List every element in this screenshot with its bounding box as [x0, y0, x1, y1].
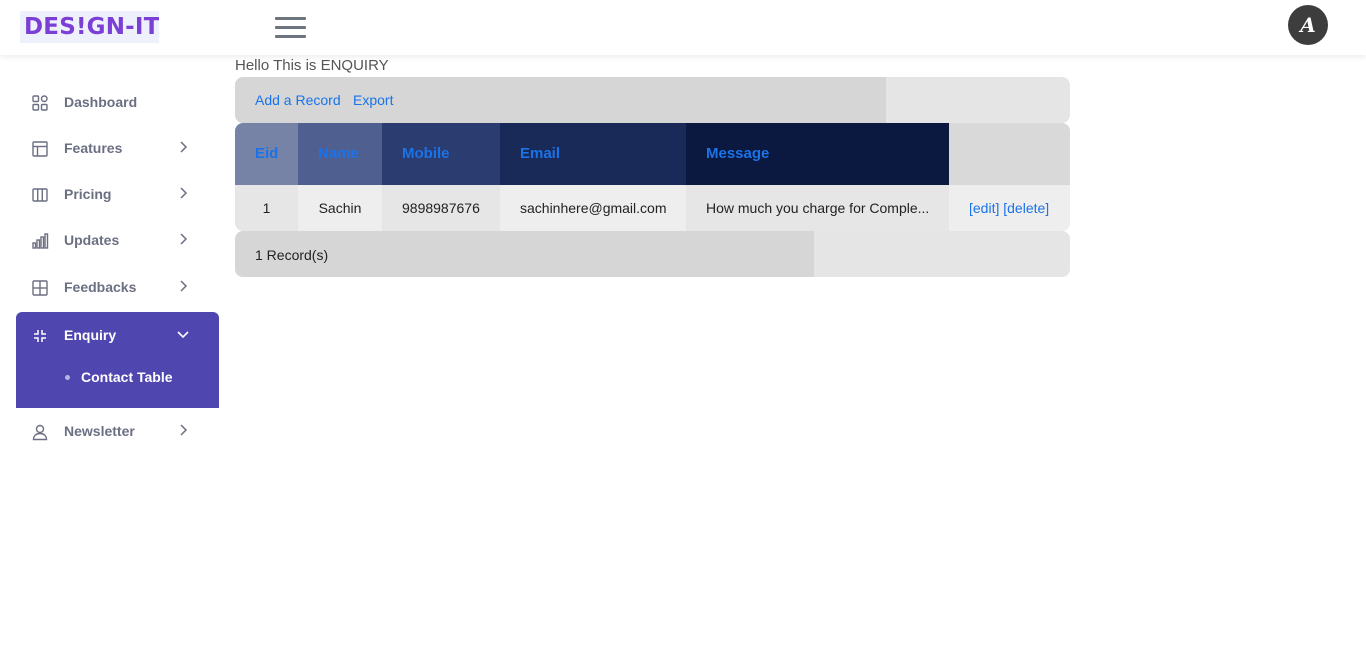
- bullet-dot: [65, 375, 70, 380]
- sidebar-item-label: Features: [64, 140, 123, 156]
- user-avatar[interactable]: A: [1288, 5, 1328, 45]
- sidebar-item-label: Updates: [64, 232, 120, 248]
- page-greeting: Hello This is ENQUIRY: [235, 57, 389, 74]
- grid-toolbar: Add a Record Export: [235, 77, 1070, 123]
- menu-toggle-icon[interactable]: [275, 16, 306, 40]
- column-header-name[interactable]: Name: [298, 123, 382, 185]
- delete-link[interactable]: [delete]: [1003, 200, 1049, 216]
- user-icon: [32, 424, 48, 441]
- sidebar-subitem-label: Contact Table: [81, 369, 173, 385]
- bar-chart-icon: [32, 233, 49, 249]
- table-cell-name: Sachin: [298, 185, 382, 231]
- table-cell-mobile: 9898987676: [382, 185, 500, 231]
- minimize-arrows-icon: [34, 330, 46, 342]
- edit-link[interactable]: [edit]: [969, 200, 999, 216]
- sidebar-item-label: Pricing: [64, 186, 112, 202]
- chevron-right-icon: [180, 280, 188, 292]
- column-header-actions: [949, 123, 1070, 185]
- record-count: 1 Record(s): [255, 247, 329, 263]
- sidebar-item-updates[interactable]: Updates: [16, 217, 219, 263]
- sidebar-item-features[interactable]: Features: [16, 125, 219, 171]
- table-cell-eid: 1: [235, 185, 298, 231]
- sidebar-item-label: Newsletter: [64, 423, 135, 439]
- sidebar-item-label: Dashboard: [64, 94, 138, 110]
- sidebar-item-feedbacks[interactable]: Feedbacks: [16, 264, 219, 310]
- table-cell-email: sachinhere@gmail.com: [500, 185, 686, 231]
- chevron-right-icon: [180, 141, 188, 153]
- sidebar-item-newsletter[interactable]: Newsletter: [16, 408, 219, 454]
- column-header-email[interactable]: Email: [500, 123, 686, 185]
- chevron-right-icon: [180, 424, 188, 436]
- sidebar-item-label: Enquiry: [64, 327, 117, 343]
- columns-icon: [32, 188, 48, 202]
- chevron-down-icon: [177, 331, 189, 339]
- column-header-mobile[interactable]: Mobile: [382, 123, 500, 185]
- table-grid-icon: [32, 280, 48, 296]
- table-cell-actions: [edit] [delete]: [949, 185, 1070, 231]
- chevron-right-icon: [180, 233, 188, 245]
- brand-logo[interactable]: DES!GN-IT: [20, 11, 159, 43]
- export-link[interactable]: Export: [353, 92, 393, 108]
- column-header-eid[interactable]: Eid: [235, 123, 298, 185]
- sidebar-item-label: Feedbacks: [64, 279, 137, 295]
- top-bar: DES!GN-IT A: [0, 0, 1366, 55]
- sidebar-group-enquiry: Enquiry Contact Table: [16, 312, 219, 408]
- table-cell-message: How much you charge for Comple...: [686, 185, 949, 231]
- sidebar-item-enquiry[interactable]: Enquiry: [16, 312, 219, 358]
- dashboard-grid-icon: [32, 95, 48, 111]
- layout-icon: [32, 141, 48, 157]
- sidebar-item-dashboard[interactable]: Dashboard: [16, 79, 219, 125]
- grid-footer: 1 Record(s): [235, 231, 1070, 277]
- add-record-link[interactable]: Add a Record: [255, 92, 341, 108]
- enquiry-table: Eid Name Mobile Email Message 1 Sachin 9…: [235, 123, 1070, 231]
- chevron-right-icon: [180, 187, 188, 199]
- sidebar-item-pricing[interactable]: Pricing: [16, 171, 219, 217]
- column-header-message[interactable]: Message: [686, 123, 949, 185]
